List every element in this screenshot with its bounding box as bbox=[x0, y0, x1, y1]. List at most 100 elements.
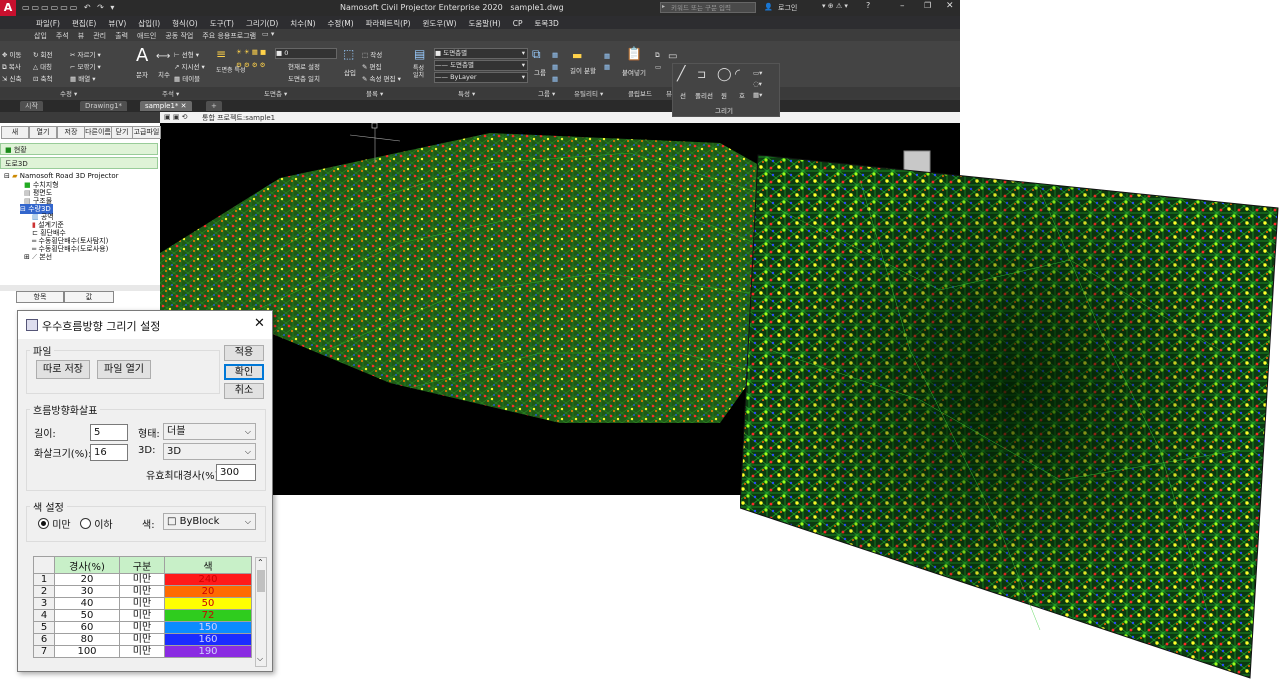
layer-state-icons[interactable]: ☀ ☀ ▦ ■ bbox=[236, 48, 266, 56]
close-icon[interactable]: ✕ bbox=[254, 316, 265, 331]
type-cell[interactable]: 미만 bbox=[119, 621, 165, 634]
text-icon[interactable]: A bbox=[136, 45, 148, 66]
login-link[interactable]: 로그인 bbox=[778, 3, 797, 13]
dialog-titlebar[interactable]: 우수흐름방향 그리기 설정 ✕ bbox=[18, 311, 272, 339]
user-icon[interactable]: 👤 bbox=[764, 3, 773, 11]
new-tab-button[interactable]: + bbox=[206, 101, 222, 111]
linetype-dropdown[interactable]: —— 도면층별 ▾ bbox=[434, 60, 528, 71]
leader-button[interactable]: ↗ 지시선 ▾ bbox=[174, 61, 205, 71]
menu-item[interactable]: 도구(T) bbox=[210, 19, 234, 28]
radio-under[interactable]: 이하 bbox=[80, 516, 113, 531]
table-row[interactable]: 6 80 미만 160 bbox=[33, 633, 252, 646]
group-label-block[interactable]: 블록 ▾ bbox=[366, 88, 383, 98]
new-button[interactable]: 새 bbox=[1, 126, 29, 139]
slope-cell[interactable]: 20 bbox=[54, 573, 120, 586]
linear-dim-button[interactable]: ⊢ 선형 ▾ bbox=[174, 49, 199, 59]
menu-item[interactable]: 치수(N) bbox=[290, 19, 315, 28]
menu-item[interactable]: 토목3D bbox=[534, 19, 558, 28]
menu-item[interactable]: 수정(M) bbox=[328, 19, 354, 28]
close-file-button[interactable]: 닫기 bbox=[111, 126, 133, 139]
row-number[interactable]: 5 bbox=[33, 621, 55, 634]
row-number[interactable]: 4 bbox=[33, 609, 55, 622]
group-label-clipboard[interactable]: 클립보드 bbox=[628, 88, 652, 98]
table-button[interactable]: ▦ 테이블 bbox=[174, 73, 200, 83]
quick-access-icons[interactable]: ▭▭▭▭▭▭ ↶ ↷ ▾ bbox=[22, 3, 116, 12]
minimize-icon[interactable]: – bbox=[900, 1, 905, 11]
search-input[interactable]: 키워드 또는 구문 입력 bbox=[660, 2, 756, 13]
menu-item[interactable]: 그리기(D) bbox=[246, 19, 278, 28]
view-icon[interactable]: ▭ bbox=[668, 51, 677, 62]
table-row[interactable]: 5 60 미만 150 bbox=[33, 621, 252, 634]
copy-clip-icons[interactable]: ⧉ ▭ bbox=[655, 49, 661, 73]
measure-icon[interactable]: ▬ bbox=[572, 49, 582, 62]
type-cell[interactable]: 미만 bbox=[119, 585, 165, 598]
help-icon[interactable]: ? bbox=[866, 1, 870, 10]
draw-more-icons[interactable]: ▭▾ ◌▾ ▦▾ bbox=[753, 68, 762, 101]
menu-item[interactable]: 파라메트릭(P) bbox=[366, 19, 411, 28]
legend-road3d[interactable]: 도로3D bbox=[0, 157, 158, 169]
save-button[interactable]: 저장 bbox=[57, 126, 85, 139]
type-cell[interactable]: 미만 bbox=[119, 597, 165, 610]
layer-properties-icon[interactable]: ≡ bbox=[216, 47, 226, 61]
table-row[interactable]: 1 20 미만 240 bbox=[33, 573, 252, 586]
layer-tool-icons[interactable]: ⚙ ⚙ ⚙ ⚙ bbox=[236, 61, 266, 69]
radio-below[interactable]: 미만 bbox=[38, 516, 71, 531]
menu-item[interactable]: 파일(F) bbox=[36, 19, 60, 28]
color-cell[interactable]: 20 bbox=[164, 585, 252, 598]
color-cell[interactable]: 50 bbox=[164, 597, 252, 610]
tab-start[interactable]: 시작 bbox=[20, 101, 43, 111]
ribbon-tab[interactable]: 주석 bbox=[56, 32, 69, 40]
menu-item[interactable]: 뷰(V) bbox=[108, 19, 126, 28]
slope-cell[interactable]: 40 bbox=[54, 597, 120, 610]
open-file-button[interactable]: 파일 열기 bbox=[97, 360, 151, 379]
viewport-tool-icons[interactable]: ▣ ▣ ⟲ bbox=[164, 113, 188, 121]
row-number[interactable]: 7 bbox=[33, 645, 55, 658]
ok-button[interactable]: 확인 bbox=[224, 364, 264, 380]
layer-dropdown[interactable]: ■ 0 bbox=[275, 48, 337, 59]
color-cell[interactable]: 160 bbox=[164, 633, 252, 646]
menu-item[interactable]: 형식(O) bbox=[172, 19, 198, 28]
insert-block-icon[interactable]: ⬚ bbox=[343, 47, 354, 61]
max-slope-input[interactable]: 300 bbox=[216, 464, 256, 481]
ribbon-tab[interactable]: 삽입 bbox=[34, 32, 47, 40]
menu-item[interactable]: 도움말(H) bbox=[469, 19, 501, 28]
set-current-button[interactable]: 현재로 설정 bbox=[288, 61, 320, 71]
mirror-button[interactable]: △ 대칭 bbox=[33, 61, 52, 71]
scroll-thumb[interactable] bbox=[257, 570, 265, 592]
stretch-button[interactable]: ⇲ 신축 bbox=[2, 73, 21, 83]
dimension-icon[interactable]: ⟷ bbox=[156, 51, 170, 62]
edit-attributes-button[interactable]: ✎ 속성 편집 ▾ bbox=[362, 73, 401, 83]
advanced-file-button[interactable]: 고급파일 bbox=[132, 126, 161, 139]
slope-cell[interactable]: 80 bbox=[54, 633, 120, 646]
match-layer-button[interactable]: 도면층 일치 bbox=[288, 73, 320, 83]
create-block-button[interactable]: ⬚ 작성 bbox=[362, 49, 382, 59]
rotate-button[interactable]: ↻ 회전 bbox=[33, 49, 52, 59]
open-button[interactable]: 열기 bbox=[29, 126, 57, 139]
copy-button[interactable]: ⧉ 복사 bbox=[2, 61, 21, 72]
line-icon[interactable]: ╱ bbox=[677, 66, 685, 82]
row-number[interactable]: 3 bbox=[33, 597, 55, 610]
table-row[interactable]: 7 100 미만 190 bbox=[33, 645, 252, 658]
array-button[interactable]: ▦ 배열 ▾ bbox=[70, 73, 96, 83]
type-cell[interactable]: 미만 bbox=[119, 645, 165, 658]
color-cell[interactable]: 150 bbox=[164, 621, 252, 634]
scroll-down-icon[interactable]: ⌵ bbox=[257, 654, 263, 664]
table-row[interactable]: 2 30 미만 20 bbox=[33, 585, 252, 598]
scroll-up-icon[interactable]: ⌃ bbox=[257, 558, 264, 567]
length-input[interactable]: 5 bbox=[90, 424, 128, 441]
group-label-properties[interactable]: 특성 ▾ bbox=[458, 88, 475, 98]
tree-root[interactable]: ⊟ ▰ Namosoft Road 3D Projector bbox=[4, 172, 119, 180]
table-scrollbar[interactable]: ⌃ ⌵ bbox=[255, 557, 267, 667]
ribbon-toggle-icon[interactable]: ▭ ▾ bbox=[262, 30, 274, 38]
menu-item[interactable]: 윈도우(W) bbox=[423, 19, 457, 28]
group-label-modify[interactable]: 수정 ▾ bbox=[60, 88, 77, 98]
fillet-button[interactable]: ⌐ 모깎기 ▾ bbox=[70, 61, 101, 71]
ribbon-tab[interactable]: 출력 bbox=[115, 32, 128, 40]
ribbon-tab[interactable]: 관리 bbox=[93, 32, 106, 40]
slope-cell[interactable]: 100 bbox=[54, 645, 120, 658]
menu-item[interactable]: 삽입(I) bbox=[138, 19, 160, 28]
arrow-size-input[interactable]: 16 bbox=[90, 444, 128, 461]
utility-icons[interactable]: ▦ ▦ bbox=[604, 51, 610, 73]
cancel-button[interactable]: 취소 bbox=[224, 383, 264, 399]
save-as-button[interactable]: 따로 저장 bbox=[36, 360, 90, 379]
